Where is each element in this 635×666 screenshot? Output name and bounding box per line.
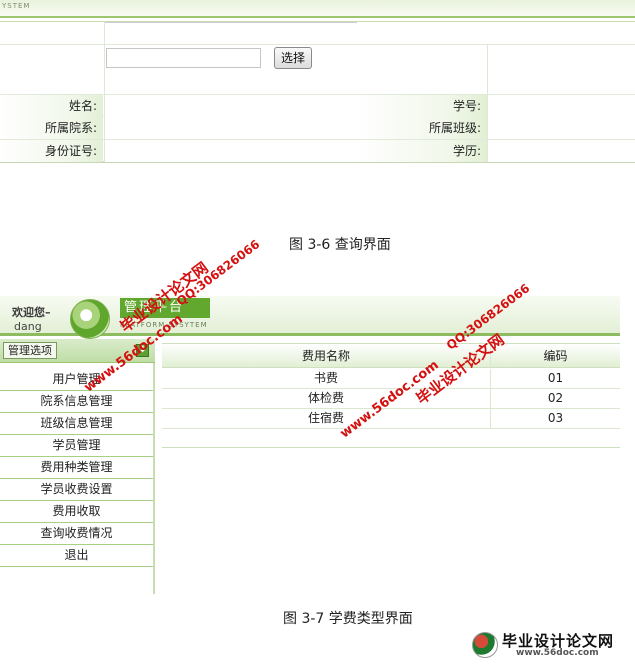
class-value — [488, 117, 635, 139]
search-input[interactable] — [106, 48, 261, 68]
name-label: 姓名: — [0, 95, 103, 117]
column-header-code: 编码 — [543, 349, 568, 363]
id-number-value — [104, 140, 357, 162]
grid-header: 费用名称 编码 — [162, 343, 620, 368]
menu-item-fee-query[interactable]: 查询收费情况 — [0, 523, 153, 545]
form-row-department: 所属院系: 所属班级: — [0, 117, 635, 140]
form-row-name: 姓名: 学号: — [0, 95, 635, 117]
system-text: YSTEM — [2, 2, 31, 10]
platform-logo-icon — [70, 299, 110, 339]
app-header: 欢迎您– dang 管理平台 PLATFORM SYSYTEM — [0, 296, 620, 339]
grid-bottom-border — [162, 447, 620, 448]
class-label: 所属班级: — [357, 117, 487, 139]
form-row-search — [0, 45, 635, 95]
fee-code-cell: 01 — [547, 371, 564, 385]
select-button[interactable]: 选择 — [274, 47, 312, 69]
menu-item-class-management[interactable]: 班级信息管理 — [0, 413, 153, 435]
query-form: 姓名: 学号: 所属院系: 所属班级: 身份证号: 学历: — [0, 22, 635, 163]
form-row-top — [0, 22, 635, 45]
menu-item-user-management[interactable]: 用户管理 — [0, 369, 153, 391]
admin-app: 欢迎您– dang 管理平台 PLATFORM SYSYTEM 管理选项 ⬇ 用… — [0, 296, 620, 596]
sidebar: 管理选项 ⬇ 用户管理 院系信息管理 班级信息管理 学员管理 费用种类管理 学员… — [0, 339, 155, 594]
figure-caption-1: 图 3-6 查询界面 — [289, 237, 391, 253]
id-number-label: 身份证号: — [0, 140, 103, 162]
menu-item-student-management[interactable]: 学员管理 — [0, 435, 153, 457]
student-id-label: 学号: — [357, 95, 487, 117]
brand-footer: 毕业设计论文网 www.56doc.com — [472, 630, 632, 660]
column-header-fee-name: 费用名称 — [301, 349, 350, 363]
education-value — [488, 140, 635, 162]
brand-logo-icon — [472, 632, 498, 658]
welcome-text: 欢迎您– — [12, 306, 51, 319]
fee-code-cell: 03 — [547, 411, 564, 425]
figure-caption-2: 图 3-7 学费类型界面 — [283, 611, 413, 627]
username: dang — [14, 320, 42, 333]
menu-title: 管理选项 — [3, 342, 57, 359]
column-divider — [487, 45, 488, 162]
table-row[interactable]: 住宿费 03 — [162, 409, 620, 429]
menu-list: 用户管理 院系信息管理 班级信息管理 学员管理 费用种类管理 学员收费设置 费用… — [0, 369, 153, 567]
department-value — [104, 117, 357, 139]
education-label: 学历: — [357, 140, 487, 162]
menu-item-student-fee-settings[interactable]: 学员收费设置 — [0, 479, 153, 501]
menu-item-logout[interactable]: 退出 — [0, 545, 153, 567]
department-label: 所属院系: — [0, 117, 103, 139]
top-header-strip: YSTEM — [0, 0, 635, 18]
form-row-id-number: 身份证号: 学历: — [0, 140, 635, 163]
menu-item-fee-collection[interactable]: 费用收取 — [0, 501, 153, 523]
fee-code-cell: 02 — [547, 391, 564, 405]
column-divider — [104, 22, 105, 162]
name-value — [104, 95, 357, 117]
top-rule — [104, 22, 357, 23]
student-id-value — [488, 95, 635, 117]
menu-item-department-management[interactable]: 院系信息管理 — [0, 391, 153, 413]
table-row[interactable]: 书费 01 — [162, 369, 620, 389]
brand-url: www.56doc.com — [516, 648, 599, 658]
fee-name-cell: 住宿费 — [307, 411, 344, 425]
menu-item-fee-type-management[interactable]: 费用种类管理 — [0, 457, 153, 479]
